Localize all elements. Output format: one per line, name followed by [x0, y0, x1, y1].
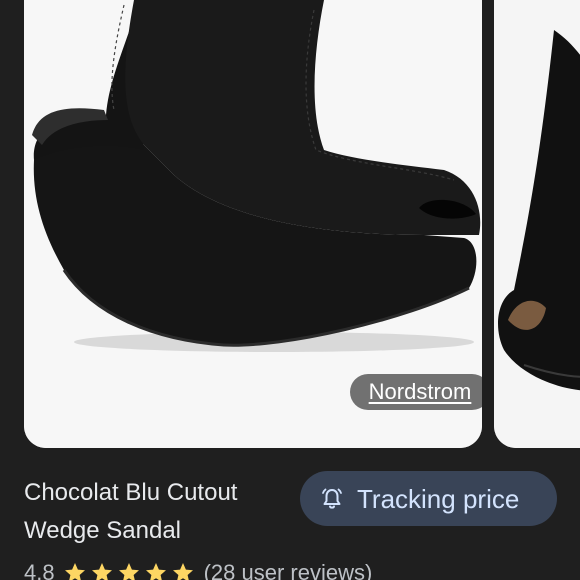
- star-icon: [118, 563, 139, 580]
- next-image-card[interactable]: [494, 0, 580, 448]
- next-product-image: [494, 0, 580, 448]
- star-icon: [91, 563, 112, 580]
- rating-value: 4.8: [24, 560, 55, 580]
- rating-stars: [63, 561, 198, 580]
- product-image-card[interactable]: Nordstrom: [24, 0, 482, 448]
- reviews-count-link[interactable]: (28 user reviews): [204, 560, 373, 580]
- bell-icon: [322, 488, 342, 509]
- star-icon: [145, 563, 166, 580]
- tracking-price-label: Tracking price: [357, 484, 520, 514]
- source-link-nordstrom[interactable]: Nordstrom: [350, 374, 482, 410]
- star-icon: [64, 563, 85, 580]
- product-title[interactable]: Chocolat Blu Cutout Wedge Sandal: [24, 474, 294, 550]
- shopping-result-screen: Nordstrom Chocolat Blu Cutout Wedge Sand…: [0, 0, 580, 580]
- rating-row[interactable]: 4.8 (28 user reviews): [24, 558, 372, 580]
- tracking-price-button[interactable]: Tracking price: [300, 471, 557, 526]
- star-icon: [172, 563, 193, 580]
